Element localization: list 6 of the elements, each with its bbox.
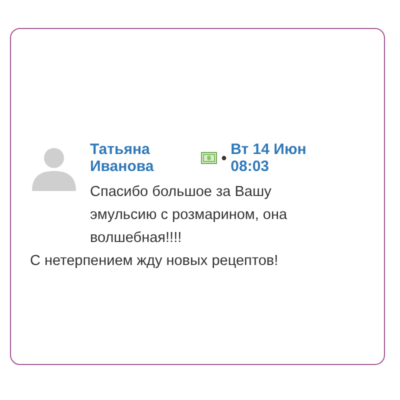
separator-dot: • [221,150,227,166]
comment-date[interactable]: Вт 14 Июн 08:03 [230,141,330,175]
author-name[interactable]: Татьяна Иванова [90,141,198,175]
banknote-icon [201,152,218,164]
comment-text: С нетерпением жду новых рецептов! [30,252,280,271]
comment-text: Спасибо большое за Вашу эмульсию с розмарином, она волшебная!!!! [90,183,288,248]
